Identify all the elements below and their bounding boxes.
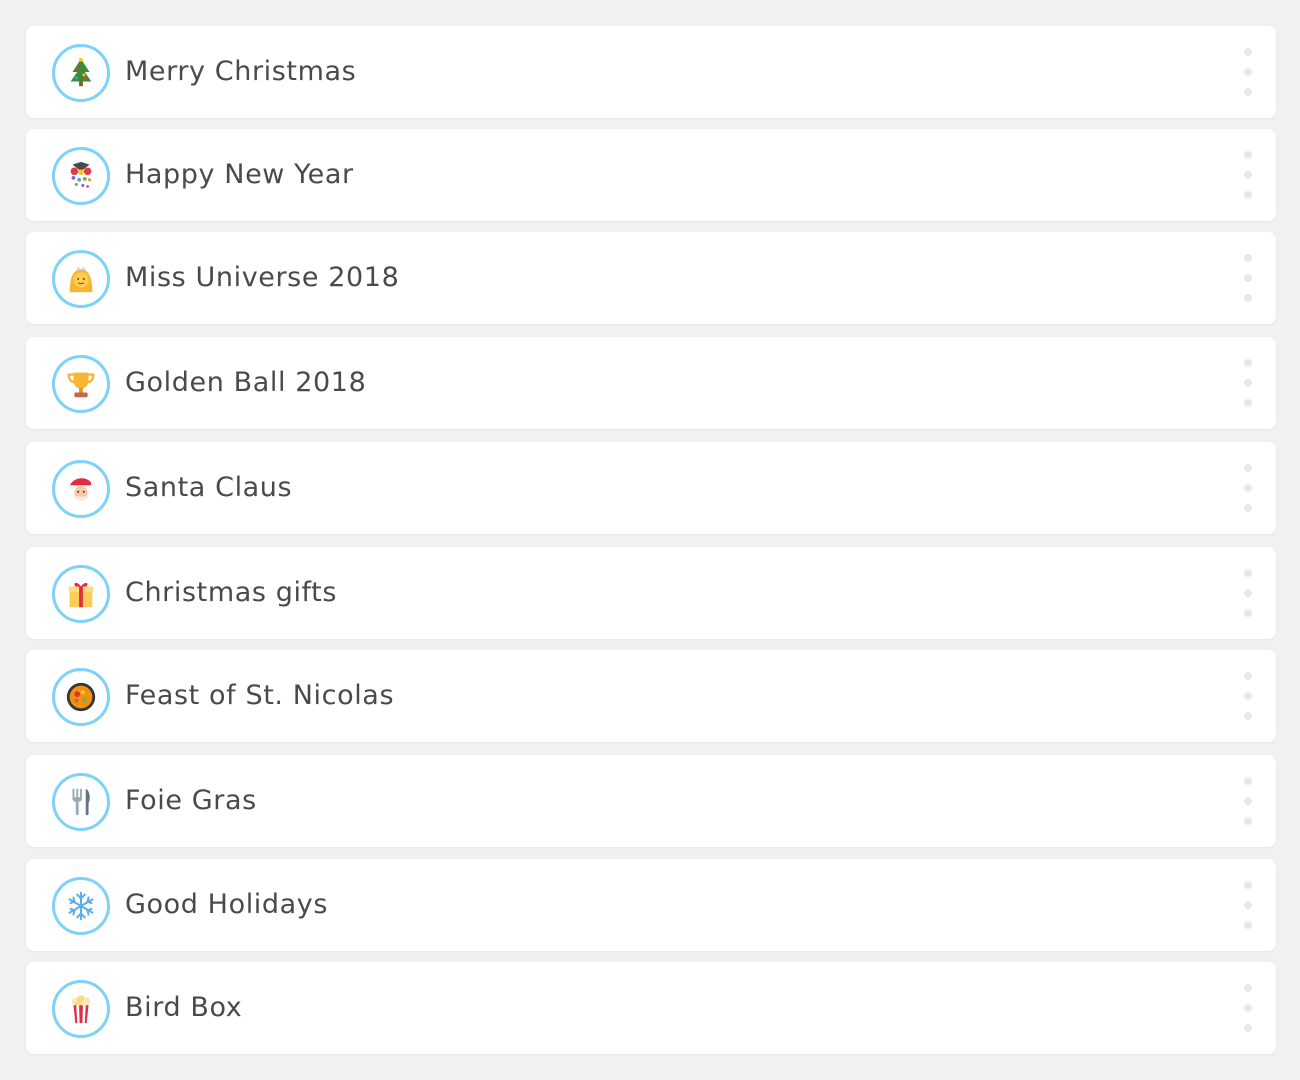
avatar — [52, 773, 110, 831]
fork-knife-icon — [72, 788, 90, 816]
item-label: Santa Claus — [125, 472, 293, 503]
item-label: Merry Christmas — [125, 56, 357, 87]
item-label: Christmas gifts — [125, 577, 338, 608]
list-item[interactable]: Happy New Year — [26, 129, 1276, 221]
item-label: Happy New Year — [125, 159, 354, 190]
list-item[interactable]: Feast of St. Nicolas — [26, 650, 1276, 742]
snowflake-icon — [68, 891, 94, 921]
paella-icon — [66, 682, 96, 712]
list-item[interactable]: Miss Universe 2018 — [26, 232, 1276, 324]
popcorn-icon — [71, 995, 91, 1024]
more-options-icon[interactable] — [1240, 151, 1256, 199]
item-label: Miss Universe 2018 — [125, 262, 400, 293]
avatar — [52, 355, 110, 413]
christmas-tree-icon — [70, 57, 92, 87]
list-item[interactable]: Merry Christmas — [26, 26, 1276, 118]
avatar — [52, 460, 110, 518]
gift-icon — [68, 582, 94, 608]
avatar — [52, 877, 110, 935]
more-options-icon[interactable] — [1240, 464, 1256, 512]
list-item[interactable]: Foie Gras — [26, 755, 1276, 847]
more-options-icon[interactable] — [1240, 254, 1256, 302]
avatar — [52, 250, 110, 308]
avatar — [52, 565, 110, 623]
item-label: Good Holidays — [125, 889, 329, 920]
avatar — [52, 44, 110, 102]
more-options-icon[interactable] — [1240, 777, 1256, 825]
more-options-icon[interactable] — [1240, 48, 1256, 96]
more-options-icon[interactable] — [1240, 672, 1256, 720]
list-item[interactable]: Santa Claus — [26, 442, 1276, 534]
trophy-icon — [67, 372, 95, 398]
list-item[interactable]: Christmas gifts — [26, 547, 1276, 639]
item-label: Foie Gras — [125, 785, 257, 816]
santa-icon — [69, 478, 96, 502]
list-item[interactable]: Good Holidays — [26, 859, 1276, 951]
avatar — [52, 668, 110, 726]
princess-icon — [69, 266, 93, 293]
more-options-icon[interactable] — [1240, 881, 1256, 929]
more-options-icon[interactable] — [1240, 569, 1256, 617]
more-options-icon[interactable] — [1240, 359, 1256, 407]
avatar — [52, 980, 110, 1038]
item-label: Bird Box — [125, 992, 243, 1023]
avatar — [52, 147, 110, 205]
item-label: Feast of St. Nicolas — [125, 680, 395, 711]
party-popper-icon — [70, 161, 92, 188]
list-item[interactable]: Bird Box — [26, 962, 1276, 1054]
more-options-icon[interactable] — [1240, 984, 1256, 1032]
item-label: Golden Ball 2018 — [125, 367, 367, 398]
list-item[interactable]: Golden Ball 2018 — [26, 337, 1276, 429]
